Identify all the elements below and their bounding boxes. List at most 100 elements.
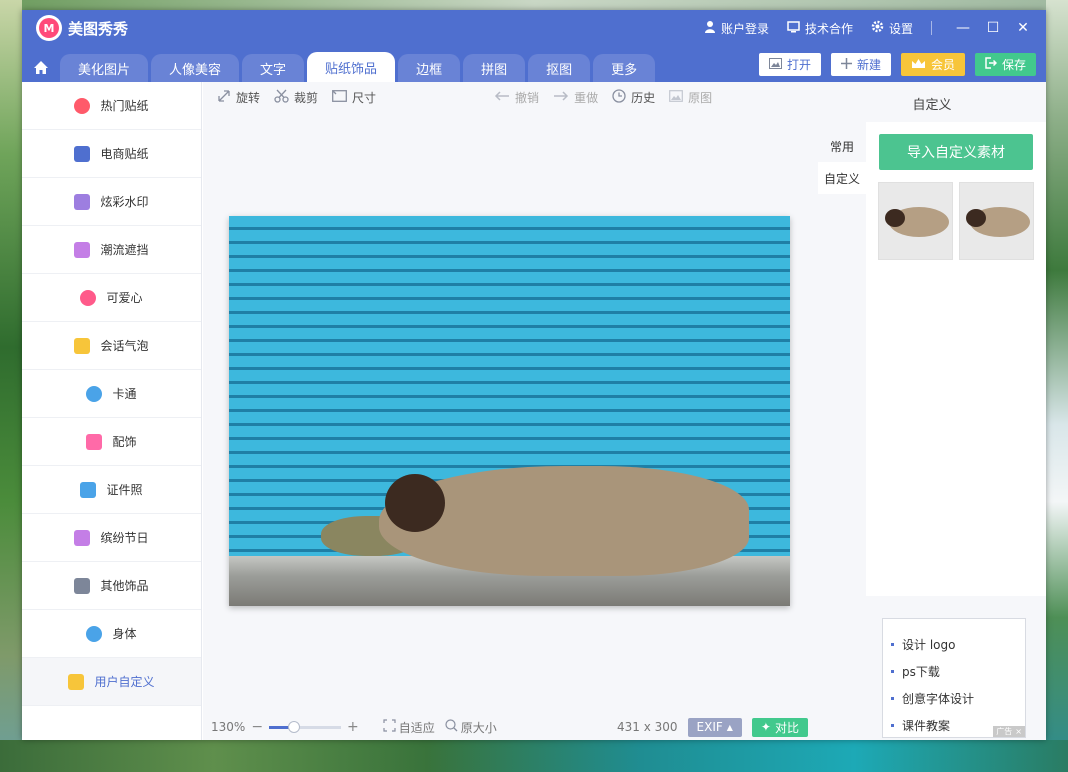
desktop-wallpaper-right (1046, 0, 1068, 772)
sidebar-item-label: 配饰 (112, 435, 137, 449)
open-button[interactable]: 打开 (758, 53, 821, 76)
sidebar-item-5[interactable]: 会话气泡 (22, 322, 201, 370)
open-label: 打开 (786, 58, 811, 72)
close-button[interactable]: ✕ (1008, 20, 1038, 36)
sidebar-item-label: 会话气泡 (100, 339, 149, 353)
compare-icon: ✦ (760, 720, 771, 734)
exif-label: EXIF (696, 720, 723, 734)
history-tool[interactable]: 历史 (612, 88, 656, 106)
crop-tool[interactable]: 裁剪 (274, 89, 318, 106)
wave-icon (74, 193, 91, 210)
tab-6[interactable]: 抠图 (528, 54, 591, 82)
login-link[interactable]: 账户登录 (704, 20, 769, 37)
ad-link[interactable]: ps下载 (883, 658, 1025, 685)
ad-link[interactable]: 设计 logo (883, 631, 1025, 658)
actual-size-button[interactable]: 原大小 (445, 719, 497, 736)
sidebar-item-10[interactable]: 其他饰品 (22, 562, 201, 610)
desktop-wallpaper-left (0, 0, 22, 772)
scissors-icon (274, 89, 289, 106)
home-button[interactable] (22, 52, 60, 82)
import-custom-button[interactable]: 导入自定义素材 (879, 134, 1033, 170)
sidebar-item-label: 卡通 (112, 387, 137, 401)
ad-tag[interactable]: 广告 × (993, 726, 1025, 737)
ad-tag-label: 广告 (996, 727, 1013, 736)
ad-link[interactable]: 创意字体设计 (883, 685, 1025, 712)
sidebar-item-11[interactable]: 身体 (22, 610, 201, 658)
history-label: 历史 (631, 90, 656, 105)
zoom-in-button[interactable]: + (347, 719, 359, 735)
zoom-slider[interactable] (269, 720, 342, 733)
balloon-icon (74, 529, 91, 546)
tab-5[interactable]: 拼图 (463, 54, 526, 82)
thumbnail-head (885, 209, 905, 227)
undo-tool[interactable]: 撤销 (494, 89, 539, 106)
custom-sticker-panel: 自定义 常用 自定义 导入自定义素材 设计 logo ps下载 创意字体设计 课件教案… (818, 82, 1046, 740)
save-button[interactable]: 保存 (974, 53, 1036, 76)
tab-common[interactable]: 常用 (818, 130, 866, 162)
zoom-out-button[interactable]: − (251, 719, 263, 735)
sidebar-item-3[interactable]: 潮流遮挡 (22, 226, 201, 274)
new-button[interactable]: 新建 (830, 53, 891, 76)
sidebar-item-label: 炫彩水印 (100, 195, 149, 209)
sidebar-item-label: 其他饰品 (100, 579, 149, 593)
tab-7[interactable]: 更多 (593, 54, 656, 82)
sidebar-item-label: 用户自定义 (94, 675, 155, 689)
sticker-thumbnail[interactable] (878, 182, 953, 260)
sticker-thumbnail[interactable] (959, 182, 1034, 260)
monitor-icon (787, 20, 800, 36)
user-icon (704, 20, 716, 36)
sidebar-item-4[interactable]: 可爱心 (22, 274, 201, 322)
sidebar-item-7[interactable]: 配饰 (22, 418, 201, 466)
top-links: 账户登录 技术合作 设置 — ☐ ✕ (704, 17, 1038, 39)
compare-button[interactable]: ✦ 对比 (751, 717, 808, 737)
tab-2[interactable]: 文字 (242, 54, 305, 82)
tab-4[interactable]: 边框 (398, 54, 461, 82)
original-tool[interactable]: 原图 (669, 89, 712, 106)
sidebar-item-8[interactable]: 证件照 (22, 466, 201, 514)
crown-icon (911, 58, 926, 72)
actual-size-label: 原大小 (460, 720, 497, 735)
sidebar-item-label: 热门贴纸 (100, 99, 149, 113)
tab-0[interactable]: 美化图片 (60, 54, 149, 82)
tab-label: 更多 (611, 62, 638, 78)
redo-arrow-icon (553, 90, 569, 104)
size-tool[interactable]: 尺寸 (332, 89, 376, 106)
sidebar-item-0[interactable]: 热门贴纸 (22, 82, 201, 130)
crop-label: 裁剪 (294, 90, 319, 105)
tab-1[interactable]: 人像美容 (151, 54, 240, 82)
tech-link[interactable]: 技术合作 (787, 20, 853, 37)
photo-head (385, 474, 445, 532)
photo-canvas[interactable] (229, 216, 790, 606)
grid-icon (74, 577, 91, 594)
resize-icon (332, 89, 347, 105)
sidebar-item-1[interactable]: 电商贴纸 (22, 130, 201, 178)
desktop-wallpaper-top (0, 0, 1068, 10)
tab-3[interactable]: 贴纸饰品 (307, 52, 396, 82)
fit-window-button[interactable]: 自适应 (383, 719, 435, 736)
window-controls: — ☐ ✕ (948, 20, 1038, 36)
sidebar-item-12[interactable]: 用户自定义 (22, 658, 201, 706)
sidebar-item-6[interactable]: 卡通 (22, 370, 201, 418)
maximize-button[interactable]: ☐ (978, 20, 1008, 36)
undo-label: 撤销 (515, 90, 540, 105)
vip-button[interactable]: 会员 (900, 53, 965, 76)
image-icon (768, 57, 782, 72)
app-window: M 美图秀秀 账户登录 技术合作 设置 — ☐ ✕ 美化图片 人像美容 文字 贴… (22, 10, 1046, 740)
settings-link[interactable]: 设置 (871, 20, 913, 37)
redo-tool[interactable]: 重做 (553, 89, 598, 106)
edit-toolbar: 旋转 裁剪 尺寸 撤销 重做 历史 原图 (203, 82, 818, 112)
pencil-icon (68, 673, 85, 690)
sidebar-item-9[interactable]: 缤纷节日 (22, 514, 201, 562)
sidebar-item-2[interactable]: 炫彩水印 (22, 178, 201, 226)
ad-box: 设计 logo ps下载 创意字体设计 课件教案 广告 × (882, 618, 1026, 738)
vip-label: 会员 (930, 58, 955, 72)
original-image-icon (669, 89, 683, 105)
file-actions: 打开 新建 会员 保存 (749, 53, 1036, 76)
tab-custom[interactable]: 自定义 (818, 162, 866, 194)
zoom-slider-knob[interactable] (288, 720, 301, 733)
fit-label: 自适应 (398, 720, 435, 735)
sidebar-item-label: 电商贴纸 (100, 147, 149, 161)
exif-button[interactable]: EXIF ▲ (687, 717, 742, 737)
rotate-tool[interactable]: 旋转 (217, 89, 260, 106)
minimize-button[interactable]: — (948, 20, 978, 36)
